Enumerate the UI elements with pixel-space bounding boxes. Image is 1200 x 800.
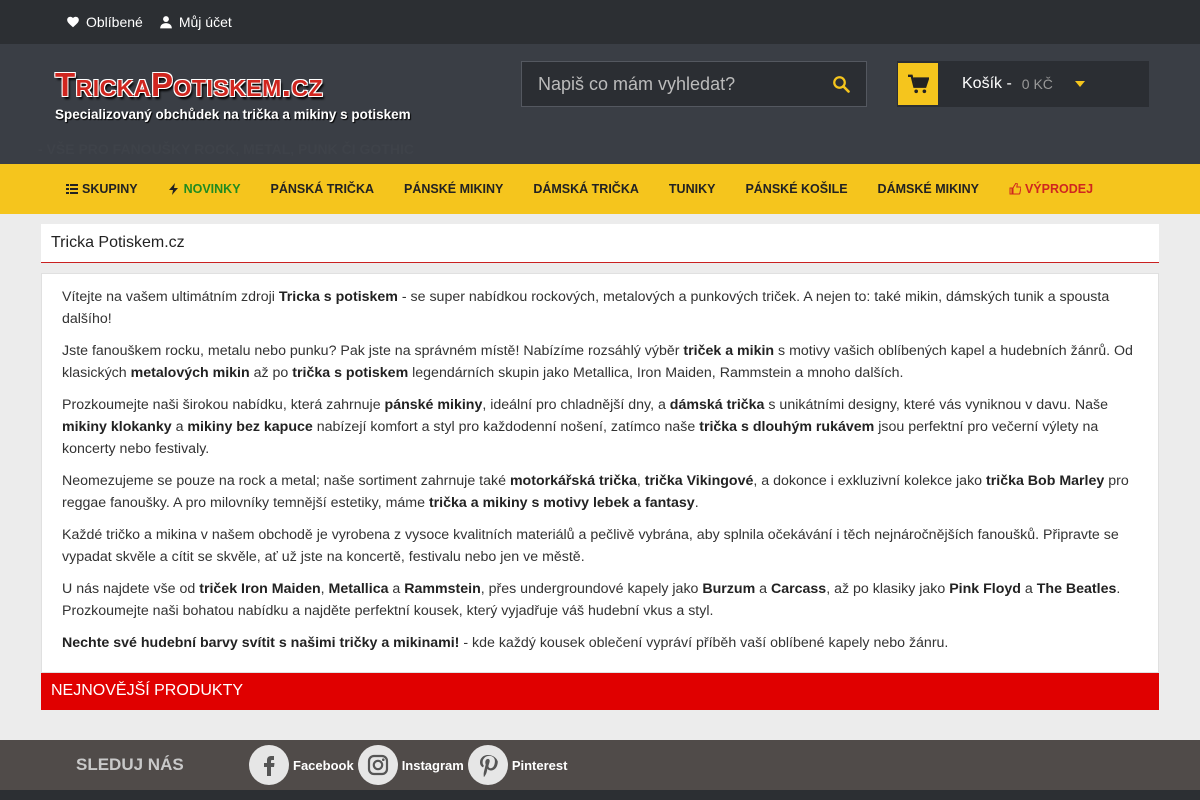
cart-button[interactable]: Košík - 0 KČ — [897, 61, 1149, 107]
top-bar: Oblíbené Můj účet — [0, 0, 1200, 44]
nav-label: SKUPINY — [82, 182, 138, 196]
nav-item-novinky[interactable]: NOVINKY — [168, 182, 241, 196]
paragraph: Jste fanouškem rocku, metalu nebo punku?… — [62, 343, 1133, 381]
chevron-down-icon — [1074, 81, 1085, 87]
main-nav: SKUPINY NOVINKY PÁNSKÁ TRIČKA PÁNSKÉ MIK… — [0, 164, 1200, 214]
site-logo[interactable]: TrickaPotiskem.cz Specializovaný obchůde… — [55, 66, 411, 122]
account-label: Můj účet — [178, 14, 232, 30]
cart-label: Košík - — [962, 75, 1012, 92]
search-input[interactable] — [522, 62, 816, 106]
nav-label: TUNIKY — [668, 182, 716, 196]
list-icon — [66, 184, 78, 194]
instagram-icon — [357, 745, 398, 785]
favorites-label: Oblíbené — [86, 14, 143, 30]
facebook-label: Facebook — [293, 757, 354, 773]
pinterest-link[interactable]: Pinterest — [467, 745, 568, 785]
nav-item-tuniky[interactable]: TUNIKY — [669, 182, 716, 196]
search-icon — [833, 76, 850, 93]
nav-item-panske-kosile[interactable]: PÁNSKÉ KOŠILE — [745, 182, 847, 196]
pinterest-label: Pinterest — [511, 757, 568, 773]
search-button[interactable] — [816, 62, 866, 106]
heart-icon — [67, 16, 79, 28]
cart-price: 0 KČ — [1021, 76, 1053, 92]
nav-label: NOVINKY — [183, 182, 241, 196]
paragraph: Vítejte na vašem ultimátním zdroji Trick… — [62, 289, 1110, 327]
nav-item-skupiny[interactable]: SKUPINY — [66, 182, 138, 196]
account-link[interactable]: Můj účet — [159, 14, 232, 30]
paragraph: Prozkoumejte naši širokou nabídku, která… — [62, 397, 1109, 457]
nav-item-damska-tricka[interactable]: DÁMSKÁ TRIČKA — [533, 182, 639, 196]
facebook-icon — [249, 745, 289, 785]
nav-item-panske-mikiny[interactable]: PÁNSKÉ MIKINY — [404, 182, 503, 196]
shopping-cart-icon — [908, 74, 929, 94]
intro-text: Vítejte na vašem ultimátním zdroji Trick… — [41, 273, 1159, 673]
paragraph: U nás najdete vše od triček Iron Maiden,… — [62, 581, 1121, 619]
thumbs-up-icon — [1009, 183, 1021, 195]
logo-subtitle: Specializovaný obchůdek na trička a miki… — [55, 107, 411, 122]
nav-label: PÁNSKÉ MIKINY — [404, 182, 504, 196]
nav-item-damske-mikiny[interactable]: DÁMSKÉ MIKINY — [878, 182, 979, 196]
nav-item-vyprodej[interactable]: VÝPRODEJ — [1009, 182, 1093, 196]
site-header: TrickaPotiskem.cz Specializovaný obchůde… — [0, 44, 1200, 164]
nav-label: VÝPRODEJ — [1024, 182, 1094, 196]
nav-item-panska-tricka[interactable]: PÁNSKÁ TRIČKA — [271, 182, 374, 196]
footer-social: SLEDUJ NÁS Facebook Instagram Pinterest — [0, 740, 1200, 790]
user-icon — [159, 16, 172, 29]
instagram-label: Instagram — [401, 757, 464, 773]
cart-icon-box — [898, 63, 938, 105]
search-bar — [521, 61, 867, 107]
facebook-link[interactable]: Facebook — [249, 745, 354, 785]
paragraph: Nechte své hudební barvy svítit s našimi… — [62, 635, 949, 651]
nav-label: DÁMSKÉ MIKINY — [877, 182, 979, 196]
favorites-link[interactable]: Oblíbené — [66, 14, 143, 30]
follow-us-label: SLEDUJ NÁS — [76, 755, 184, 774]
nav-label: PÁNSKÁ TRIČKA — [270, 182, 375, 196]
page-title: Tricka Potiskem.cz — [41, 224, 1159, 263]
logo-title: TrickaPotiskem.cz — [55, 66, 324, 103]
tagline: - VŠE PRO FANOUŠKY ROCK, METAL, PUNK ČI … — [38, 141, 414, 157]
nav-label: PÁNSKÉ KOŠILE — [745, 182, 848, 196]
paragraph: Každé tričko a mikina v našem obchodě je… — [62, 527, 1119, 565]
pinterest-icon — [467, 745, 508, 785]
nav-label: DÁMSKÁ TRIČKA — [533, 182, 639, 196]
bolt-icon — [168, 183, 178, 195]
newest-products-heading: NEJNOVĚJŠÍ PRODUKTY — [41, 673, 1159, 710]
paragraph: Neomezujeme se pouze na rock a metal; na… — [62, 473, 1129, 511]
instagram-link[interactable]: Instagram — [357, 745, 464, 785]
footer-bottom-bar — [0, 790, 1200, 800]
